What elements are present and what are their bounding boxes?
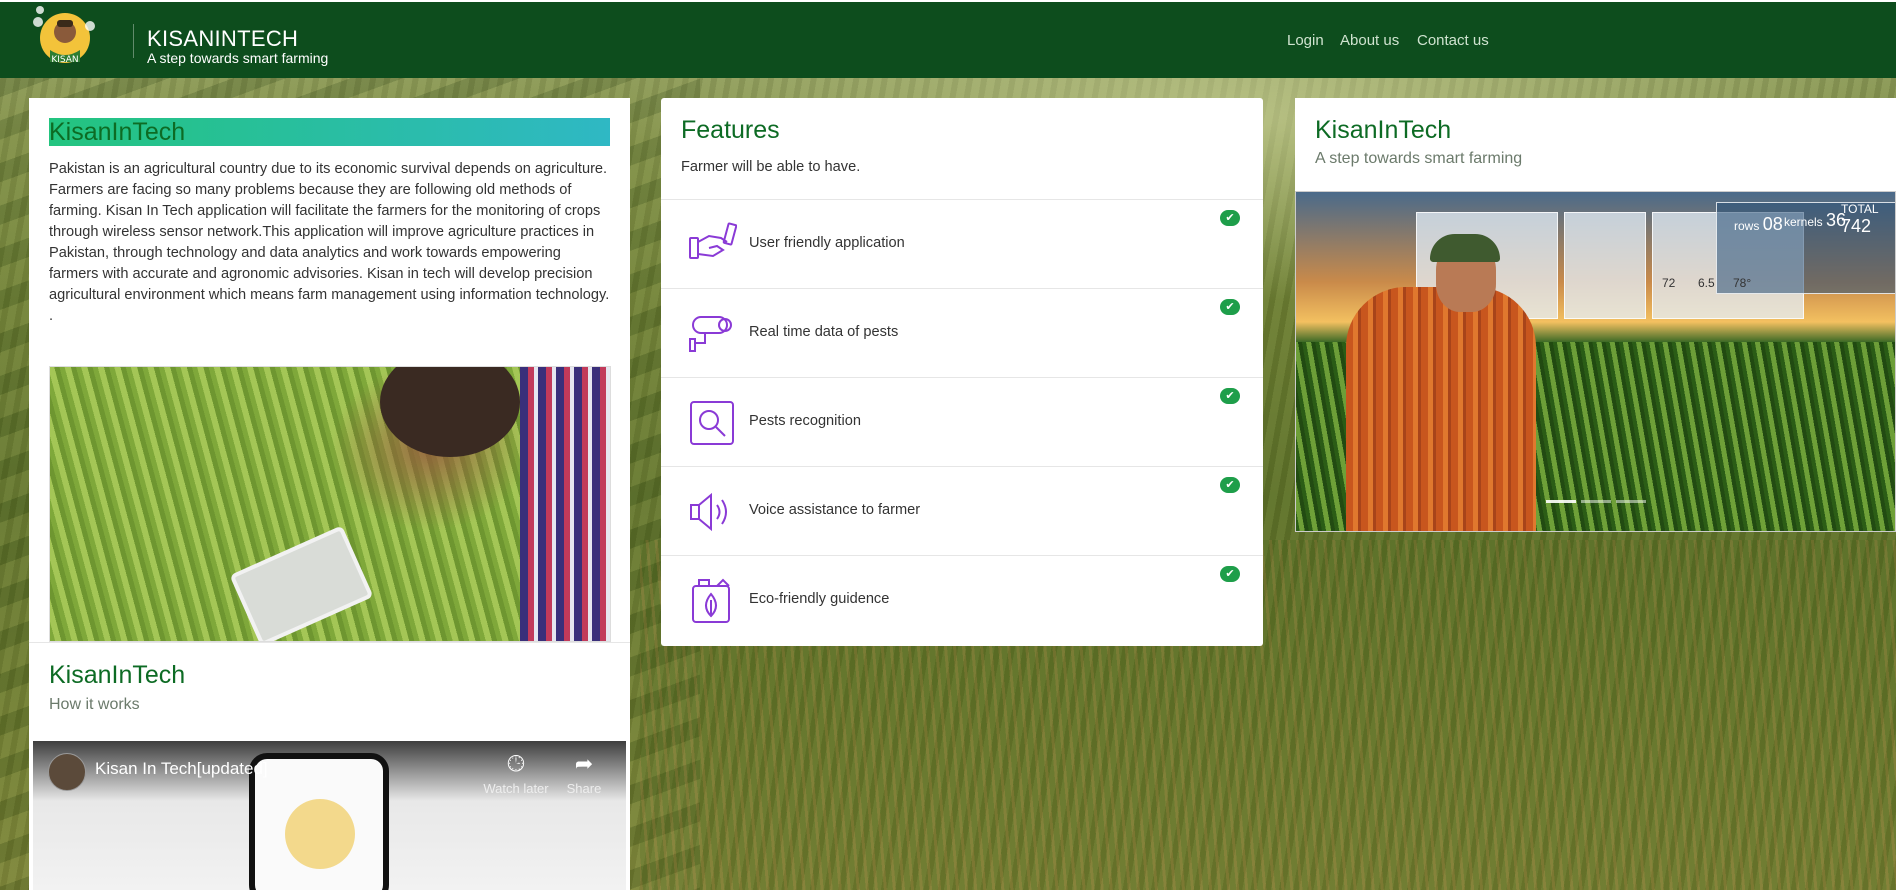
video-bubble [285, 799, 355, 869]
features-title: Features [681, 116, 780, 144]
how-subtitle: How it works [49, 696, 140, 713]
feature-label: User friendly application [749, 235, 905, 251]
features-subtitle: Farmer will be able to have. [681, 159, 861, 175]
carousel-farmer [1346, 287, 1536, 531]
magnifier-icon [690, 401, 734, 445]
slider-card: KisanInTech A step towards smart farming… [1295, 98, 1896, 532]
hud-total-value: 742 [1841, 216, 1872, 236]
logo-text: KISAN [51, 55, 78, 65]
slider-title: KisanInTech [1315, 116, 1452, 144]
eco-canister-icon [692, 578, 730, 623]
nav-login-link[interactable]: Login [1287, 32, 1324, 49]
handshake-icon [689, 222, 737, 259]
channel-avatar[interactable] [48, 753, 86, 791]
security-camera-icon [689, 316, 732, 352]
farmer-tablet-photo [49, 366, 611, 642]
youtube-video-player[interactable]: Kisan In Tech[updated] 🕒︎ Watch later ➦ … [33, 741, 626, 890]
feature-label: Real time data of pests [749, 324, 899, 340]
check-icon: ✔ [1220, 299, 1240, 315]
hud-rows: rows 08 [1734, 214, 1783, 235]
carousel-indicator-1[interactable] [1546, 500, 1576, 503]
photo-farmer-head [380, 367, 520, 457]
nav-about-link[interactable]: About us [1340, 32, 1399, 49]
share-icon[interactable]: ➦ [554, 751, 614, 777]
feature-item: Voice assistance to farmer ✔ [661, 466, 1263, 555]
top-navbar: KISAN KISANINTECH A step towards smart f… [0, 0, 1896, 78]
hud-gauge-3: 78° [1733, 276, 1752, 290]
how-title: KisanInTech [49, 661, 186, 689]
image-carousel[interactable]: rows 08 kernels 36 TOTAL 742 72 6.5 78° [1295, 191, 1896, 532]
check-icon: ✔ [1220, 210, 1240, 226]
check-icon: ✔ [1220, 388, 1240, 404]
feature-item: Eco-friendly guidence ✔ [661, 555, 1263, 644]
hud-rows-label: rows [1734, 219, 1760, 233]
carousel-indicator-2[interactable] [1581, 500, 1611, 503]
video-title[interactable]: Kisan In Tech[updated] [95, 759, 268, 779]
feature-item: User friendly application ✔ [661, 199, 1263, 288]
intro-title: KisanInTech [49, 118, 610, 146]
carousel-indicator-3[interactable] [1616, 500, 1646, 503]
features-card: Features Farmer will be able to have. Us… [661, 98, 1263, 646]
video-phone-graphic [249, 753, 389, 890]
feature-label: Voice assistance to farmer [749, 502, 921, 518]
watch-later-label[interactable]: Watch later [481, 781, 551, 796]
kisanintech-logo[interactable]: KISAN [30, 4, 100, 76]
photo-farmer-shirt [520, 367, 610, 641]
slider-subtitle: A step towards smart farming [1315, 150, 1523, 167]
hud-gauge-2: 6.5 [1698, 276, 1715, 290]
intro-paragraph: Pakistan is an agricultural country due … [49, 161, 610, 324]
intro-card: KisanInTech Pakistan is an agricultural … [29, 98, 630, 890]
photo-tablet [229, 525, 374, 641]
share-label[interactable]: Share [549, 781, 619, 796]
check-icon: ✔ [1220, 477, 1240, 493]
check-icon: ✔ [1220, 566, 1240, 582]
hud-kernels-label: kernels [1784, 215, 1823, 229]
hud-gauge-1: 72 [1662, 276, 1676, 290]
feature-label: Pests recognition [749, 413, 861, 429]
hud-total-label: TOTAL [1841, 202, 1879, 216]
feature-label: Eco-friendly guidence [749, 591, 890, 607]
brand-divider [133, 24, 134, 58]
brand-subtitle: A step towards smart farming [147, 50, 329, 66]
hud-kernels: kernels 36 [1784, 210, 1846, 231]
hud-panel [1564, 212, 1646, 319]
brand-title[interactable]: KISANINTECH [147, 26, 298, 52]
speaker-icon [690, 492, 727, 532]
feature-item: Pests recognition ✔ [661, 377, 1263, 466]
feature-item: Real time data of pests ✔ [661, 288, 1263, 377]
hud-total: TOTAL 742 [1841, 202, 1895, 237]
hud-rows-value: 08 [1762, 214, 1783, 234]
carousel-farmer-cap [1430, 234, 1500, 262]
clock-icon[interactable]: 🕒︎ [486, 751, 546, 777]
section-divider [29, 642, 630, 643]
nav-contact-link[interactable]: Contact us [1417, 32, 1489, 49]
